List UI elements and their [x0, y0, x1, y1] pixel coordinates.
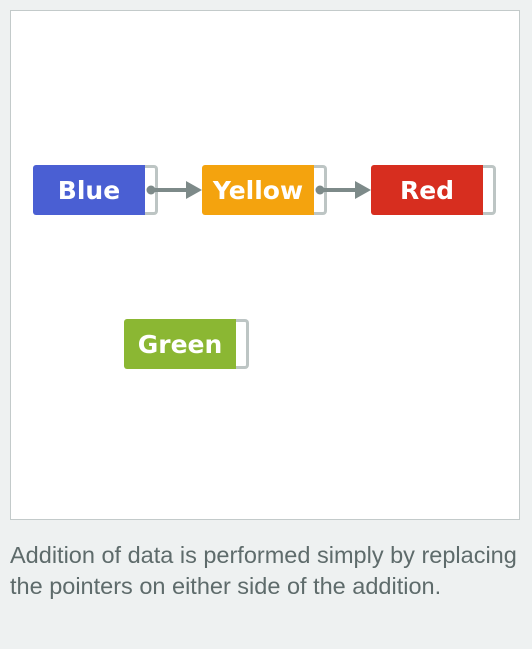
node-blue-pointer [145, 165, 158, 215]
diagram-caption: Addition of data is performed simply by … [10, 542, 517, 599]
node-blue-label: Blue [33, 165, 145, 215]
node-red: Red [371, 165, 496, 215]
node-yellow-label: Yellow [202, 165, 314, 215]
node-yellow: Yellow [202, 165, 327, 215]
node-blue: Blue [33, 165, 158, 215]
node-red-pointer [483, 165, 496, 215]
node-green-pointer [236, 319, 249, 369]
node-yellow-pointer [314, 165, 327, 215]
node-red-label: Red [371, 165, 483, 215]
diagram-canvas [10, 10, 520, 520]
node-green-label: Green [124, 319, 236, 369]
node-green: Green [124, 319, 249, 369]
